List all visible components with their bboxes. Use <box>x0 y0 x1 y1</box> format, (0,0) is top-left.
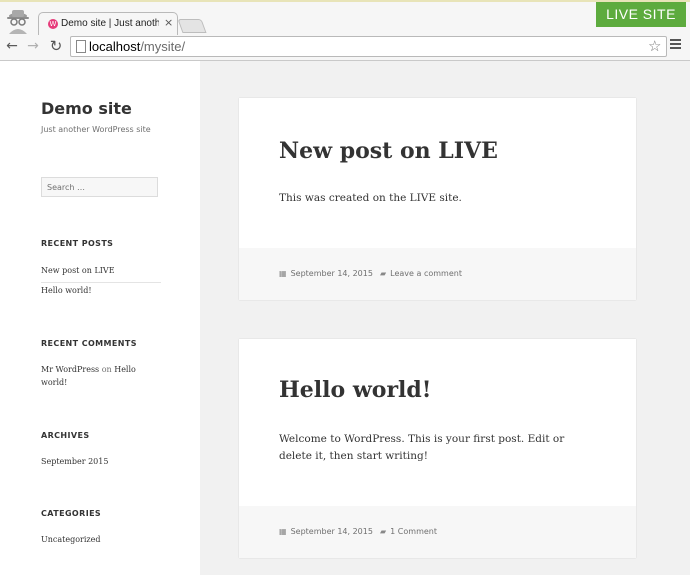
tab-close-icon[interactable]: × <box>164 16 173 29</box>
post-body: This was created on the LIVE site. <box>279 192 462 204</box>
url-text[interactable]: localhost/mysite/ <box>89 38 185 55</box>
post-footer: ▦ September 14, 2015 ▰ 1 Comment <box>239 506 636 558</box>
recent-comment-item: Mr WordPress on Hello world! <box>41 363 161 389</box>
calendar-icon: ▦ <box>279 527 287 536</box>
recent-post-link[interactable]: Hello world! <box>41 284 161 297</box>
post-title[interactable]: New post on LIVE <box>279 138 498 164</box>
post-card: New post on LIVE This was created on the… <box>239 98 636 300</box>
comment-author-link[interactable]: Mr WordPress <box>41 365 99 374</box>
back-arrow-icon[interactable]: ← <box>4 37 20 55</box>
url-host: localhost <box>89 39 141 54</box>
recent-posts-title: RECENT POSTS <box>41 239 114 248</box>
browser-chrome: W Demo site | Just another W × LIVE SITE… <box>0 0 690 61</box>
post-date[interactable]: ▦ September 14, 2015 <box>279 527 373 536</box>
post-body: Welcome to WordPress. This is your first… <box>279 433 565 462</box>
search-input[interactable] <box>41 177 158 197</box>
url-path: /mysite/ <box>140 39 186 54</box>
calendar-icon: ▦ <box>279 269 287 278</box>
recent-comments-title: RECENT COMMENTS <box>41 339 137 348</box>
recent-post-link[interactable]: New post on LIVE <box>41 264 161 283</box>
post-comments-text: 1 Comment <box>390 527 437 536</box>
post-title[interactable]: Hello world! <box>279 377 431 403</box>
site-title[interactable]: Demo site <box>41 99 132 118</box>
reload-icon[interactable]: ↻ <box>48 37 64 55</box>
sidebar: Demo site Just another WordPress site RE… <box>0 61 200 575</box>
post-comments[interactable]: ▰ Leave a comment <box>380 269 462 278</box>
post-date[interactable]: ▦ September 14, 2015 <box>279 269 373 278</box>
post-card: Hello world! Welcome to WordPress. This … <box>239 339 636 558</box>
post-date-text: September 14, 2015 <box>290 269 373 278</box>
forward-arrow-icon[interactable]: → <box>25 37 41 55</box>
category-link[interactable]: Uncategorized <box>41 533 161 546</box>
wordpress-favicon-icon: W <box>48 19 58 29</box>
incognito-icon <box>7 10 29 34</box>
window-frame <box>0 0 690 2</box>
comment-bubble-icon: ▰ <box>380 269 387 278</box>
page-icon <box>76 40 86 53</box>
post-footer: ▦ September 14, 2015 ▰ Leave a comment <box>239 248 636 300</box>
new-tab-button[interactable] <box>177 19 207 33</box>
hamburger-menu-icon[interactable] <box>670 39 681 51</box>
comment-bubble-icon: ▰ <box>380 527 387 536</box>
post-comments[interactable]: ▰ 1 Comment <box>380 527 437 536</box>
archives-title: ARCHIVES <box>41 431 90 440</box>
comment-on-text: on <box>101 365 112 374</box>
address-bar[interactable]: localhost/mysite/ <box>70 36 667 57</box>
post-date-text: September 14, 2015 <box>290 527 373 536</box>
comment-post-link[interactable]: Hello <box>114 365 136 374</box>
site-description: Just another WordPress site <box>41 125 151 134</box>
browser-tab-active[interactable]: W Demo site | Just another W × <box>38 12 178 35</box>
tab-title: Demo site | Just another W <box>61 18 159 29</box>
live-site-badge: LIVE SITE <box>596 2 686 27</box>
comment-post-link-cont[interactable]: world! <box>41 378 67 387</box>
page-content: Demo site Just another WordPress site RE… <box>0 61 690 575</box>
categories-title: CATEGORIES <box>41 509 102 518</box>
post-comments-text: Leave a comment <box>390 269 462 278</box>
archive-link[interactable]: September 2015 <box>41 455 161 468</box>
bookmark-star-icon[interactable]: ☆ <box>648 37 661 55</box>
